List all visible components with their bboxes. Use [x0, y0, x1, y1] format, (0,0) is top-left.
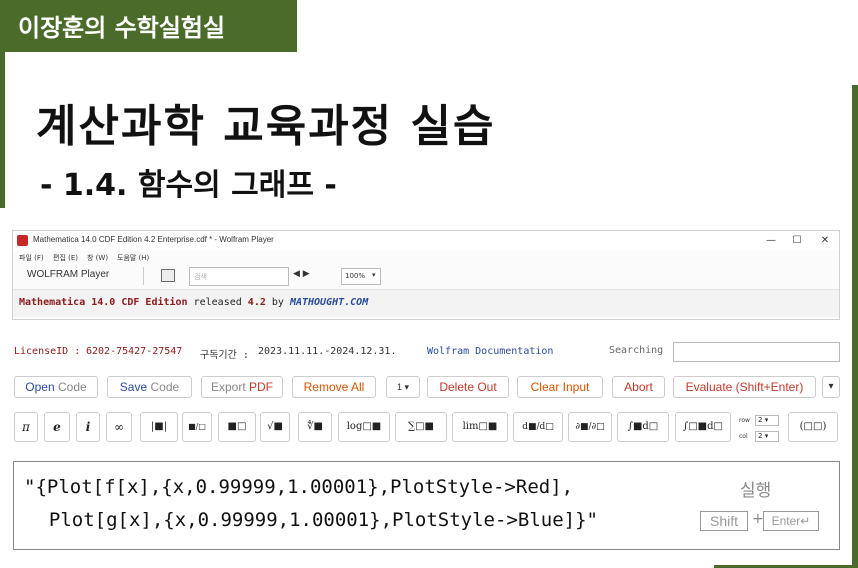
col-label: col [739, 433, 748, 440]
fraction-button[interactable]: ■/□ [182, 412, 212, 442]
more-button[interactable]: ▾ [822, 376, 840, 398]
minimize-button[interactable]: — [763, 234, 779, 248]
export-pdf-button[interactable]: Export PDF [201, 376, 283, 398]
menu-file[interactable]: 파일 (F) [19, 253, 44, 263]
subscription-value: 2023.11.11.-2024.12.31. [258, 346, 397, 357]
definite-integral-button[interactable]: ∫□■d□ [675, 412, 731, 442]
accent-bar-left [0, 52, 5, 208]
menu-help[interactable]: 도움말 (H) [117, 253, 149, 263]
search-input[interactable]: 검색 [189, 267, 289, 286]
row-select[interactable]: 2 ▾ [755, 415, 779, 426]
run-label: 실행 [740, 481, 772, 501]
clear-input-button[interactable]: Clear Input [517, 376, 603, 398]
cdf-banner: Mathematica 14.0 CDF Edition released 4.… [13, 289, 839, 317]
code-input-panel[interactable] [13, 461, 840, 550]
remove-all-button[interactable]: Remove All [292, 376, 376, 398]
limit-button[interactable]: lim□■ [452, 412, 508, 442]
open-code-button[interactable]: Open Code [14, 376, 98, 398]
sqrt-button[interactable]: √■ [260, 412, 290, 442]
integral-button[interactable]: ∫■d□ [617, 412, 669, 442]
derivative-button[interactable]: d■/d□ [513, 412, 563, 442]
menubar: 파일 (F) 편집 (E) 창 (W) 도움말 (H) [13, 251, 839, 265]
pi-button[interactable]: π [14, 412, 38, 442]
searching-label: Searching [609, 345, 664, 356]
toolbar-divider [143, 267, 144, 285]
row-label: row [739, 417, 750, 424]
banner-version: 4.2 [247, 297, 266, 308]
partial-derivative-button[interactable]: ∂■/∂□ [568, 412, 612, 442]
slide-title: 계산과학 교육과정 실습 [36, 101, 496, 152]
save-code-button[interactable]: Save Code [107, 376, 192, 398]
e-button[interactable]: e [44, 412, 70, 442]
menu-window[interactable]: 창 (W) [87, 253, 108, 263]
log-button[interactable]: log□■ [338, 412, 390, 442]
evaluate-button[interactable]: Evaluate (Shift+Enter) [673, 376, 816, 398]
banner-text: Mathematica 14.0 CDF Edition released 4.… [19, 297, 368, 308]
license-id-value: 6202-75427-27547 [86, 346, 183, 357]
delete-out-button[interactable]: Delete Out [427, 376, 509, 398]
chevron-down-icon: ▾ [372, 271, 376, 279]
close-button[interactable]: ✕ [817, 234, 833, 248]
wolfram-docs-link[interactable]: Wolfram Documentation [427, 346, 553, 357]
print-icon[interactable] [161, 269, 175, 282]
col-select[interactable]: 2 ▾ [755, 431, 779, 442]
subscription-label: 구독기간 : [200, 350, 249, 361]
player-window: Mathematica 14.0 CDF Edition 4.2 Enterpr… [12, 230, 840, 320]
window-title: Mathematica 14.0 CDF Edition 4.2 Enterpr… [33, 235, 274, 244]
zoom-value: 100% [345, 272, 366, 280]
plus-sign: + [752, 511, 764, 527]
search-placeholder: 검색 [194, 273, 207, 281]
shift-key[interactable]: Shift [700, 511, 748, 531]
banner-author: MATHOUGHT.COM [289, 297, 369, 308]
toolbar: WOLFRAM Player 검색 ◀ ▶ 100% ▾ [13, 265, 839, 289]
matrix-button[interactable]: (□□) [788, 412, 838, 442]
abs-button[interactable]: |■| [140, 412, 178, 442]
i-button[interactable]: i [76, 412, 100, 442]
window-titlebar: Mathematica 14.0 CDF Edition 4.2 Enterpr… [13, 231, 839, 251]
wolfram-player-logo: WOLFRAM Player [27, 269, 110, 280]
code-line-1: "{Plot[f[x],{x,0.99999,1.00001},PlotStyl… [24, 476, 574, 498]
slide-subtitle: - 1.4. 함수의 그래프 - [40, 168, 337, 203]
enter-key[interactable]: Enter↵ [763, 511, 819, 531]
power-button[interactable]: ■□ [218, 412, 256, 442]
nav-arrows[interactable]: ◀ ▶ [293, 269, 310, 279]
code-line-2: Plot[g[x],{x,0.99999,1.00001},PlotStyle-… [26, 509, 598, 531]
zoom-select[interactable]: 100% ▾ [341, 268, 381, 285]
searching-input[interactable] [673, 342, 840, 362]
mathematica-icon [17, 235, 28, 246]
accent-bar-right [852, 85, 858, 568]
banner-product: Mathematica 14.0 CDF Edition [19, 297, 188, 308]
banner-by: by [265, 297, 290, 308]
maximize-button[interactable]: ☐ [789, 234, 805, 248]
license-id-label: LicenseID : [14, 346, 81, 357]
infinity-button[interactable]: ∞ [106, 412, 132, 442]
sum-button[interactable]: ∑□■ [395, 412, 447, 442]
nth-root-button[interactable]: ∜■ [298, 412, 332, 442]
banner-released: released [187, 297, 248, 308]
menu-edit[interactable]: 편집 (E) [53, 253, 78, 263]
abort-button[interactable]: Abort [612, 376, 665, 398]
count-select[interactable]: 1 ▾ [386, 376, 420, 398]
brand-title: 이장훈의 수학실험실 [18, 14, 226, 42]
